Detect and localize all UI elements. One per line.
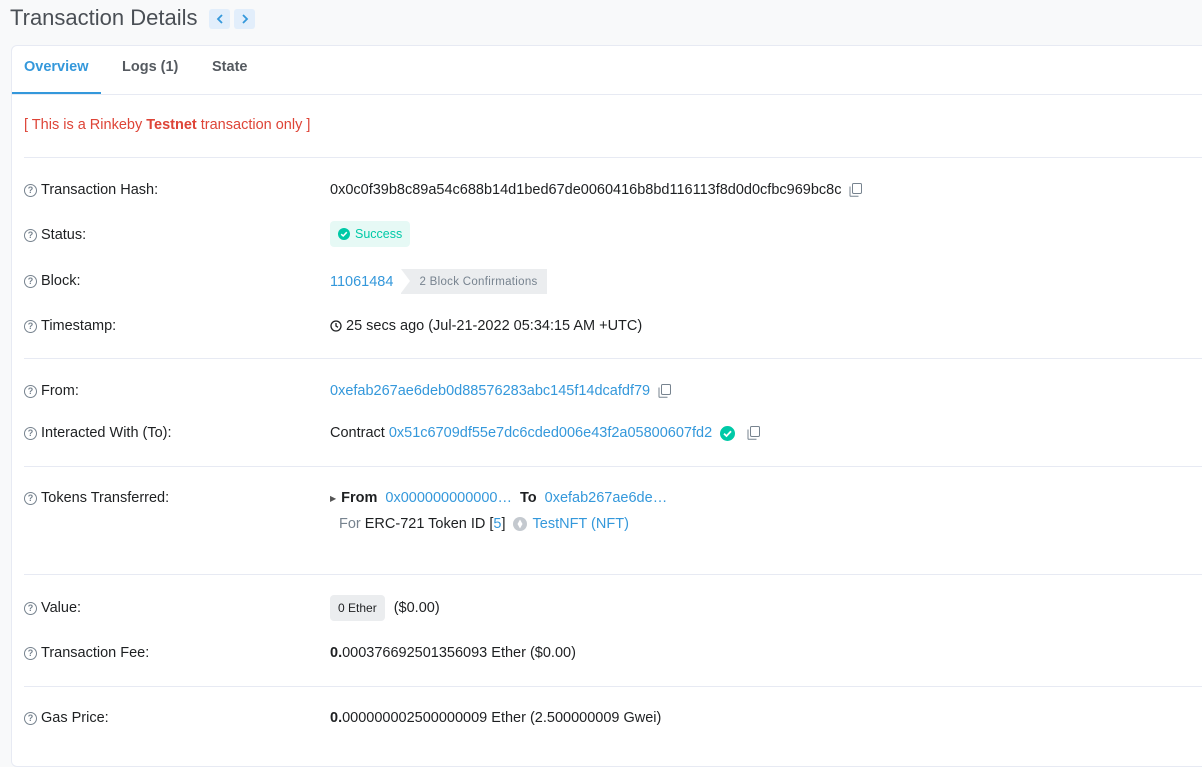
help-icon[interactable]: ? xyxy=(24,711,37,725)
tx-hash-value: 0x0c0f39b8c89a54c688b14d1bed67de0060416b… xyxy=(330,182,842,198)
help-icon[interactable]: ? xyxy=(24,426,37,440)
token-logo-icon xyxy=(512,517,527,531)
from-label: ? From: xyxy=(24,383,79,399)
tx-hash-value-row: 0x0c0f39b8c89a54c688b14d1bed67de0060416b… xyxy=(330,182,863,198)
tokens-label-text: Tokens Transferred: xyxy=(41,490,170,506)
gas-price-label-text: Gas Price: xyxy=(41,710,109,726)
token-detail-line: For ERC-721 Token ID [5] TestNFT (NFT) xyxy=(339,516,629,532)
gas-price-label: ? Gas Price: xyxy=(24,710,109,726)
token-id-link[interactable]: 5 xyxy=(493,516,501,532)
ether-value-badge: 0 Ether xyxy=(330,595,385,621)
copy-icon[interactable] xyxy=(747,426,761,440)
timestamp-label-text: Timestamp: xyxy=(41,318,117,334)
help-icon[interactable]: ? xyxy=(24,601,37,615)
token-transfer-line: ▶ From 0x000000000000… To 0xefab267ae6de… xyxy=(330,490,667,506)
help-icon[interactable]: ? xyxy=(24,319,37,333)
clock-icon xyxy=(330,320,342,332)
help-icon[interactable]: ? xyxy=(24,491,37,505)
block-number-link[interactable]: 11061484 xyxy=(330,274,393,290)
status-label: ? Status: xyxy=(24,227,86,243)
fee-label-text: Transaction Fee: xyxy=(41,645,150,661)
timestamp-value: 25 secs ago (Jul-21-2022 05:34:15 AM +UT… xyxy=(346,318,643,334)
to-label: ? Interacted With (To): xyxy=(24,425,172,441)
tx-nav-arrows xyxy=(209,9,255,29)
tokens-label: ? Tokens Transferred: xyxy=(24,490,169,506)
tab-bar: Overview Logs (1) State xyxy=(12,46,1202,95)
value-row: 0 Ether ($0.00) xyxy=(330,595,440,621)
testnet-notice: [ This is a Rinkeby Testnet transaction … xyxy=(24,117,310,133)
active-tab-indicator xyxy=(12,92,101,94)
help-icon[interactable]: ? xyxy=(24,384,37,398)
block-value-row: 11061484 2 Block Confirmations xyxy=(330,269,547,294)
status-label-text: Status: xyxy=(41,227,87,243)
check-circle-icon xyxy=(338,228,350,240)
from-label-text: From: xyxy=(41,383,79,399)
prev-transaction-button[interactable] xyxy=(209,9,230,29)
fee-value-row: 0. 000376692501356093 Ether ($0.00) xyxy=(330,645,576,661)
token-for-label: For xyxy=(339,516,361,532)
token-to-label: To xyxy=(520,490,537,506)
to-value-row: Contract 0x51c6709df55e7dc6cded006e43f2a… xyxy=(330,425,761,441)
page-title: Transaction Details xyxy=(10,5,198,30)
from-value-row: 0xefab267ae6deb0d88576283abc145f14dcafdf… xyxy=(330,383,672,399)
timestamp-value-row: 25 secs ago (Jul-21-2022 05:34:15 AM +UT… xyxy=(330,318,642,334)
copy-icon[interactable] xyxy=(658,384,672,398)
divider xyxy=(24,686,1202,687)
tab-overview[interactable]: Overview xyxy=(24,59,89,89)
testnet-notice-suffix: transaction only ] xyxy=(196,117,311,133)
token-to-address-link[interactable]: 0xefab267ae6de… xyxy=(545,490,668,506)
testnet-notice-bold: Testnet xyxy=(146,117,197,133)
value-label: ? Value: xyxy=(24,600,81,616)
divider xyxy=(24,358,1202,359)
contract-address-link[interactable]: 0x51c6709df55e7dc6cded006e43f2a05800607f… xyxy=(389,425,712,441)
help-icon[interactable]: ? xyxy=(24,183,37,197)
token-name-link[interactable]: TestNFT (NFT) xyxy=(533,516,629,532)
token-id-close-bracket: ] xyxy=(501,516,506,532)
gas-price-value: 000000002500000009 Ether (2.500000009 Gw… xyxy=(342,710,662,726)
fee-value-integer: 0. xyxy=(330,645,343,661)
copy-icon[interactable] xyxy=(849,183,863,197)
tx-hash-label-text: Transaction Hash: xyxy=(41,182,159,198)
block-label: ? Block: xyxy=(24,273,81,289)
testnet-notice-prefix: [ This is a Rinkeby xyxy=(24,117,147,133)
transaction-card: Overview Logs (1) State xyxy=(11,45,1202,767)
verified-check-icon xyxy=(720,425,736,441)
token-type: ERC-721 Token ID xyxy=(364,516,486,532)
token-from-label: From xyxy=(341,490,378,506)
status-text: Success xyxy=(355,227,403,241)
next-transaction-button[interactable] xyxy=(234,9,255,29)
gas-price-integer: 0. xyxy=(330,710,343,726)
value-usd: ($0.00) xyxy=(393,600,440,616)
help-icon[interactable]: ? xyxy=(24,274,37,288)
help-icon[interactable]: ? xyxy=(24,228,37,242)
tx-hash-label: ? Transaction Hash: xyxy=(24,182,158,198)
value-label-text: Value: xyxy=(41,600,82,616)
status-value-row: Success xyxy=(330,221,411,247)
chevron-right-icon xyxy=(241,14,248,24)
tab-state[interactable]: State xyxy=(212,59,247,89)
block-confirmations-badge: 2 Block Confirmations xyxy=(401,269,547,294)
from-address-link[interactable]: 0xefab267ae6deb0d88576283abc145f14dcafdf… xyxy=(330,383,650,399)
tab-logs[interactable]: Logs (1) xyxy=(122,59,178,89)
fee-value: 000376692501356093 Ether ($0.00) xyxy=(342,645,576,661)
help-icon[interactable]: ? xyxy=(24,646,37,660)
timestamp-label: ? Timestamp: xyxy=(24,318,116,334)
gas-price-value-row: 0. 000000002500000009 Ether (2.500000009 … xyxy=(330,710,661,726)
token-from-address-link[interactable]: 0x000000000000… xyxy=(385,490,512,506)
contract-prefix: Contract xyxy=(330,425,385,441)
caret-right-icon[interactable]: ▶ xyxy=(330,494,336,503)
block-label-text: Block: xyxy=(41,273,81,289)
divider xyxy=(24,574,1202,575)
chevron-left-icon xyxy=(216,14,223,24)
to-label-text: Interacted With (To): xyxy=(41,425,172,441)
fee-label: ? Transaction Fee: xyxy=(24,645,149,661)
divider xyxy=(24,157,1202,158)
divider xyxy=(24,466,1202,467)
status-badge: Success xyxy=(330,221,411,247)
